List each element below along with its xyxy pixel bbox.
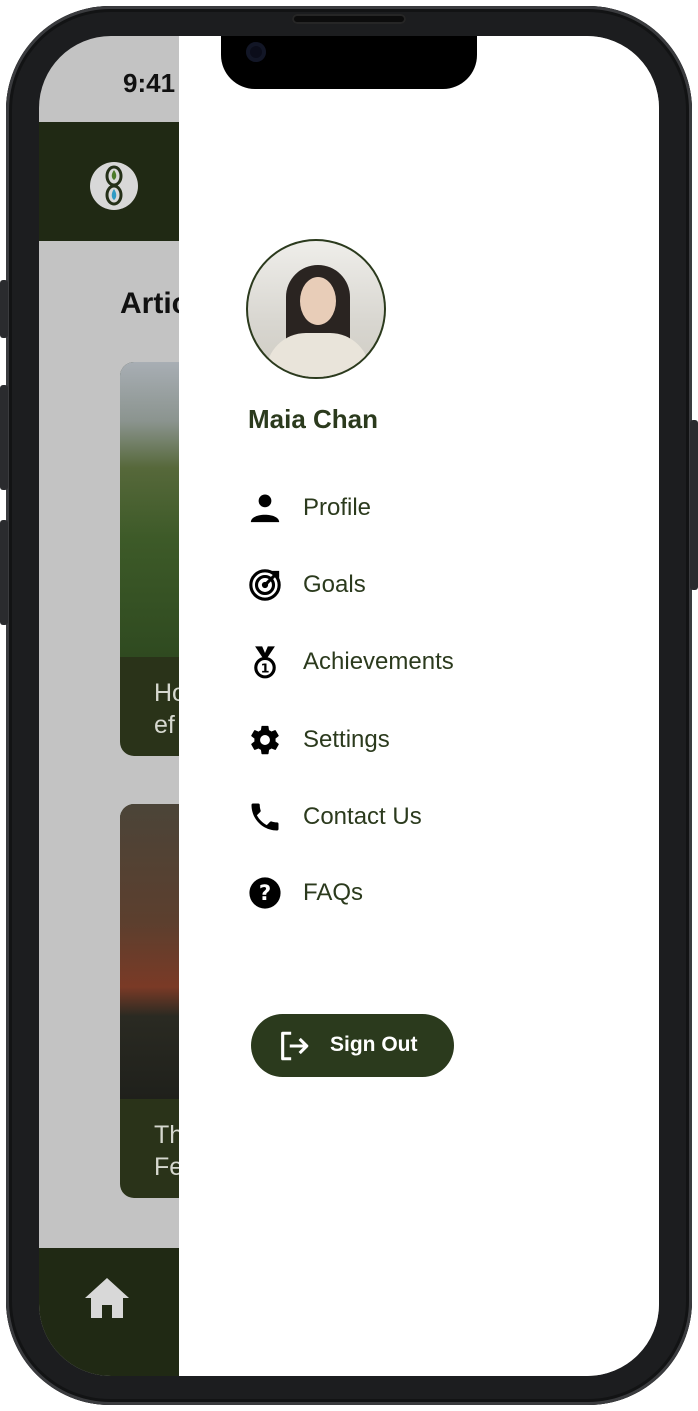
user-name: Maia Chan bbox=[248, 404, 379, 434]
infinity-drop-icon bbox=[105, 165, 123, 206]
avatar-body bbox=[266, 333, 370, 377]
logout-icon bbox=[281, 1031, 309, 1061]
svg-text:?: ? bbox=[259, 881, 271, 906]
menu-item-label: FAQs bbox=[303, 879, 364, 906]
medal-icon: 1 bbox=[246, 643, 284, 681]
front-camera bbox=[246, 42, 266, 62]
person-icon bbox=[246, 489, 284, 527]
menu-item-label: Profile bbox=[303, 494, 372, 521]
menu-item-label: Achievements bbox=[303, 648, 454, 675]
volume-down-button bbox=[0, 520, 8, 625]
sign-out-label: Sign Out bbox=[330, 1033, 418, 1056]
power-button bbox=[690, 420, 698, 590]
home-icon[interactable] bbox=[83, 1276, 131, 1320]
menu-item-achievements[interactable]: 1 Achievements bbox=[246, 640, 454, 684]
menu-item-label: Goals bbox=[303, 571, 366, 598]
phone-icon bbox=[246, 798, 284, 836]
screen: 9:41 Artic Ho ef Th Fe bbox=[39, 36, 659, 1376]
app-logo[interactable] bbox=[90, 162, 138, 210]
navigation-drawer bbox=[179, 36, 659, 1376]
avatar-face bbox=[300, 277, 336, 325]
status-time: 9:41 bbox=[123, 68, 176, 98]
avatar[interactable] bbox=[246, 239, 386, 379]
menu-item-settings[interactable]: Settings bbox=[246, 718, 390, 762]
sign-out-button[interactable]: Sign Out bbox=[251, 1014, 454, 1077]
menu-item-contact-us[interactable]: Contact Us bbox=[246, 795, 422, 839]
silent-switch bbox=[0, 280, 8, 338]
menu-item-label: Settings bbox=[303, 726, 390, 753]
target-icon bbox=[246, 566, 284, 604]
menu-item-label: Contact Us bbox=[303, 803, 422, 830]
svg-text:1: 1 bbox=[261, 662, 270, 677]
speaker-grille bbox=[292, 14, 406, 24]
menu-item-faqs[interactable]: ? FAQs bbox=[246, 871, 363, 915]
menu-item-profile[interactable]: Profile bbox=[246, 486, 371, 530]
gear-icon bbox=[246, 721, 284, 759]
volume-up-button bbox=[0, 385, 8, 490]
help-icon: ? bbox=[246, 874, 284, 912]
menu-item-goals[interactable]: Goals bbox=[246, 563, 366, 607]
